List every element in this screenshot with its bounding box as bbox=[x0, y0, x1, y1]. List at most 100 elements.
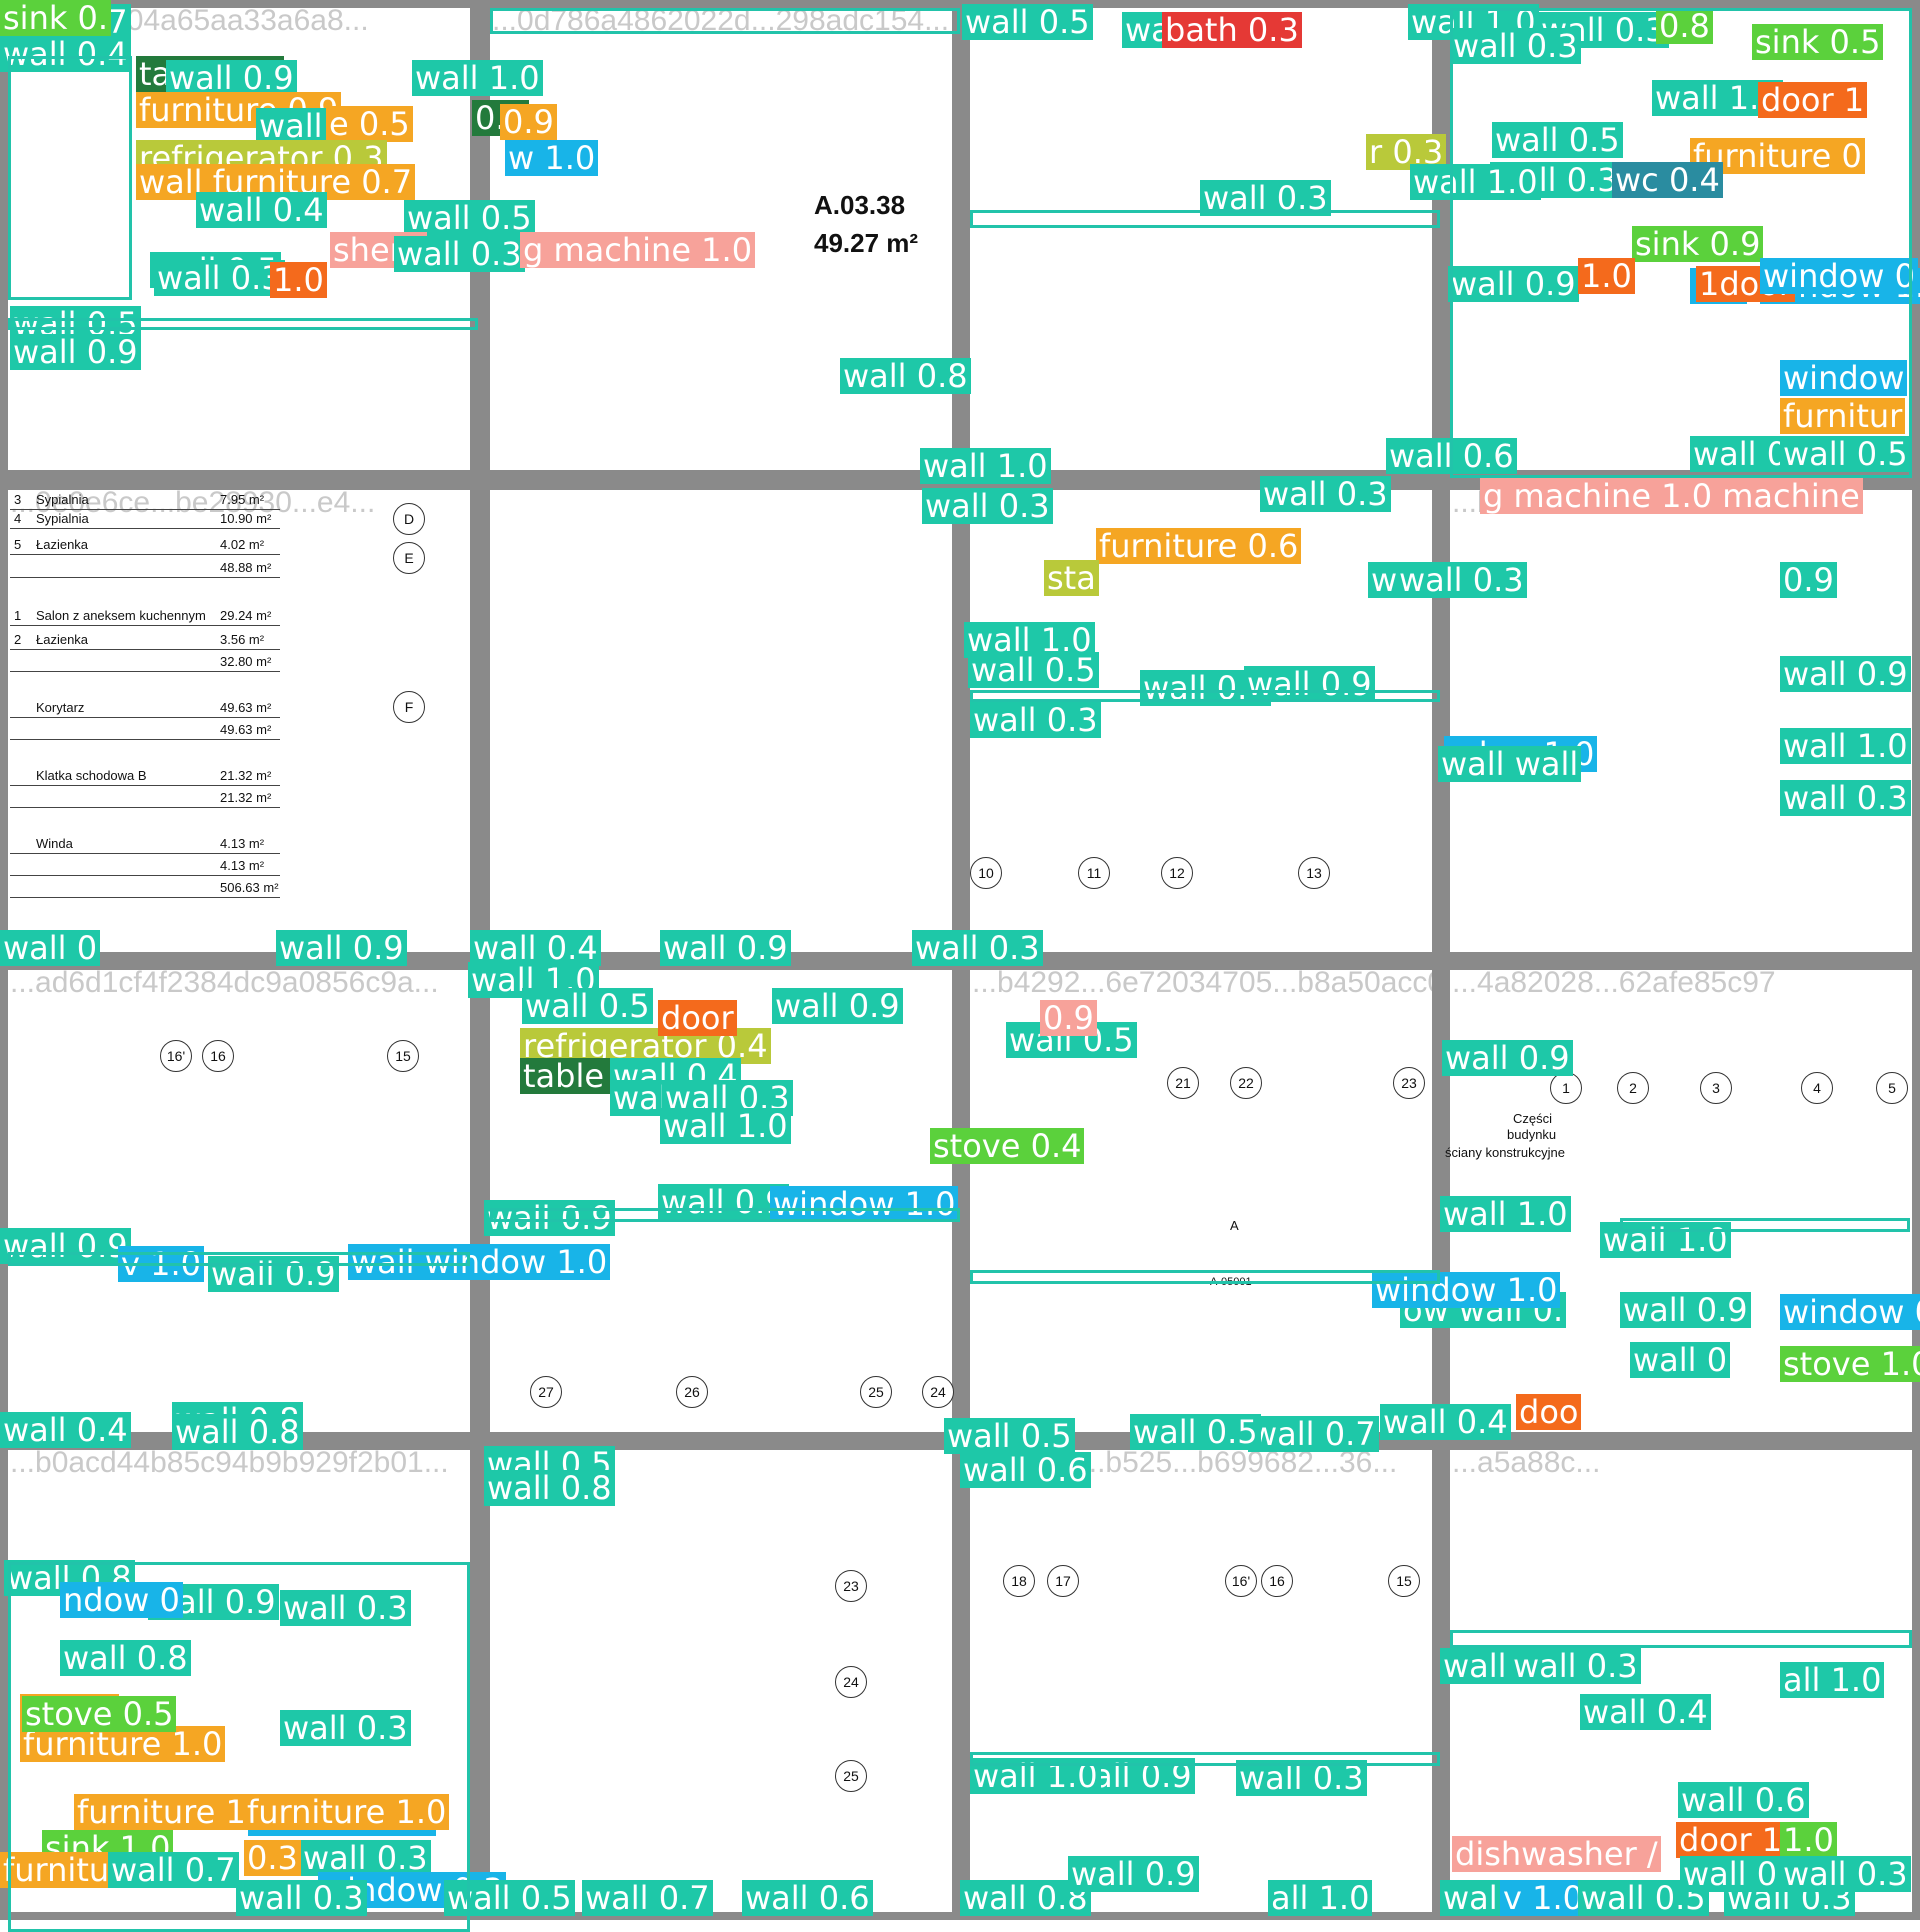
schedule-row-rule bbox=[10, 785, 280, 786]
detection-label: wall 0 bbox=[1630, 1342, 1731, 1378]
grid-axis-bubble: 24 bbox=[922, 1376, 954, 1408]
detection-box bbox=[490, 1208, 960, 1222]
grid-axis-bubble: 2 bbox=[1617, 1072, 1649, 1104]
schedule-row-area: 10.90 m² bbox=[220, 511, 272, 526]
schedule-row-rule bbox=[10, 577, 280, 578]
detection-label: window 0.9 bbox=[1780, 1294, 1920, 1330]
grid-axis-bubble: 25 bbox=[860, 1376, 892, 1408]
detection-label: all 1.0 bbox=[1268, 1880, 1373, 1916]
detection-box bbox=[970, 1752, 1440, 1766]
detection-label: stove 1.0 bbox=[1780, 1346, 1920, 1382]
section-marker-letter: A bbox=[1230, 1218, 1239, 1233]
grid-axis-bubble: 11 bbox=[1078, 857, 1110, 889]
detection-label: wall 0.9 bbox=[1068, 1856, 1199, 1892]
detection-label: wall 1.0 bbox=[1440, 1196, 1571, 1232]
schedule-row-name: Sypialnia bbox=[36, 511, 89, 526]
room-area: 49.27 m² bbox=[814, 228, 919, 258]
tile-id-label: ...4a82028...62afe85c97 bbox=[1452, 970, 1776, 999]
detection-label: wall 0.9 bbox=[1780, 656, 1911, 692]
schedule-row-area: 506.63 m² bbox=[220, 880, 279, 895]
schedule-row-name: Łazienka bbox=[36, 537, 89, 552]
schedule-row-name: Korytarz bbox=[36, 700, 85, 715]
detection-label: wall 0.3 bbox=[1396, 562, 1527, 598]
detection-label: wall 0.3 bbox=[1780, 780, 1911, 816]
grid-axis-bubble: 4 bbox=[1801, 1072, 1833, 1104]
schedule-row-area: 49.63 m² bbox=[220, 700, 272, 715]
schedule-row-area: 49.63 m² bbox=[220, 722, 272, 737]
detection-box bbox=[1450, 1630, 1912, 1648]
schedule-row-rule bbox=[10, 739, 280, 740]
detection-label: wall 0.4 bbox=[1580, 1694, 1711, 1730]
schedule-row-number: 5 bbox=[14, 537, 22, 552]
detection-label: wall 0 bbox=[0, 930, 101, 966]
grid-axis-bubble: 3 bbox=[1700, 1072, 1732, 1104]
detection-label: wall 0.3 bbox=[1510, 1648, 1641, 1684]
detection-box bbox=[8, 318, 478, 330]
detection-label: door bbox=[658, 1000, 737, 1036]
detection-label: v 1.0 bbox=[1500, 1880, 1586, 1916]
detection-label: g machine 1.0 machine bbox=[1480, 478, 1863, 514]
detection-label: 0.9 bbox=[1040, 1000, 1097, 1036]
detection-label: wall 0.9 bbox=[10, 334, 141, 370]
detection-label: wall 0.5 bbox=[968, 652, 1099, 688]
schedule-row-area: 29.24 m² bbox=[220, 608, 272, 623]
detection-label: 1.0 bbox=[1780, 1822, 1837, 1858]
detection-label: wall 0.6 bbox=[960, 1452, 1091, 1488]
detection-label: wall 1.0 bbox=[920, 448, 1051, 484]
dim-label-sciany: ściany konstrukcyjne bbox=[1445, 1145, 1565, 1160]
detection-label: wall 0.8 bbox=[840, 358, 971, 394]
tile-id-label: ...b0acd44b85c94b9b929f2b01... bbox=[10, 1450, 449, 1479]
schedule-row-rule bbox=[10, 509, 280, 510]
detection-label: wall 0.6 bbox=[1678, 1782, 1809, 1818]
schedule-row-number: 4 bbox=[14, 511, 22, 526]
detection-label: wall 0.3 bbox=[1260, 476, 1391, 512]
detection-label: wall 0.4 bbox=[1380, 1404, 1511, 1440]
detection-label: wall 0.5 bbox=[944, 1418, 1075, 1454]
grid-axis-bubble: D bbox=[393, 503, 425, 535]
grid-axis-bubble: 15 bbox=[1388, 1565, 1420, 1597]
detection-label: wall 1.0 bbox=[1780, 728, 1911, 764]
schedule-row-rule bbox=[10, 625, 280, 626]
grid-axis-bubble: 13 bbox=[1298, 857, 1330, 889]
schedule-row-area: 4.13 m² bbox=[220, 836, 265, 851]
schedule-row-number: 2 bbox=[14, 632, 22, 647]
detection-label: 0.9 bbox=[500, 104, 557, 140]
schedule-row-name: Sypialnia bbox=[36, 492, 89, 507]
detection-label: wall 0.3 bbox=[912, 930, 1043, 966]
schedule-row-area: 4.02 m² bbox=[220, 537, 265, 552]
schedule-row-name: Salon z aneksem kuchennym bbox=[36, 608, 206, 623]
detection-label: wall 0.3 bbox=[970, 702, 1101, 738]
detection-label: wall wall bbox=[1438, 746, 1582, 782]
tile-id-label: ...ad6d1cf4f2384dc9a0856c9a... bbox=[10, 970, 439, 999]
schedule-row-area: 32.80 m² bbox=[220, 654, 272, 669]
schedule-row-name: Klatka schodowa B bbox=[36, 768, 147, 783]
schedule-row-area: 48.88 m² bbox=[220, 560, 272, 575]
detection-label: wall 0.3 bbox=[394, 236, 525, 272]
detection-label: wall 0.6 bbox=[742, 1880, 873, 1916]
grid-axis-bubble: 18 bbox=[1003, 1565, 1035, 1597]
detection-label: wall 0.7 bbox=[1248, 1416, 1379, 1452]
schedule-row-name: Winda bbox=[36, 836, 73, 851]
detection-label: wall 0.5 bbox=[962, 4, 1093, 40]
detection-label: doo bbox=[1516, 1394, 1582, 1430]
room-code: A.03.38 bbox=[814, 190, 906, 220]
detection-label: wall 0.9 bbox=[276, 930, 407, 966]
grid-axis-bubble: 16' bbox=[160, 1040, 192, 1072]
detection-label: stove 0.4 bbox=[930, 1128, 1085, 1164]
grid-axis-bubble: 25 bbox=[835, 1760, 867, 1792]
schedule-row-area: 3.56 m² bbox=[220, 632, 265, 647]
grid-axis-bubble: 17 bbox=[1047, 1565, 1079, 1597]
detection-label: wall 0.9 bbox=[660, 930, 791, 966]
detection-box bbox=[970, 1270, 1440, 1284]
plan-tile: ...b99...8a0aa...2a6...00a6b0... bbox=[1450, 490, 1912, 952]
grid-axis-bubble: 16' bbox=[1225, 1565, 1257, 1597]
schedule-row-rule bbox=[10, 875, 280, 876]
grid-axis-bubble: 10 bbox=[970, 857, 1002, 889]
detection-label: wall 0.5 bbox=[1130, 1414, 1261, 1450]
dim-label-czesci: Części bbox=[1513, 1111, 1553, 1126]
detection-label: wall 0.8 bbox=[484, 1470, 615, 1506]
grid-axis-bubble: 16 bbox=[202, 1040, 234, 1072]
plan-tile bbox=[970, 8, 1432, 470]
detection-label: all 1.0 bbox=[1780, 1662, 1885, 1698]
plan-tile bbox=[490, 490, 952, 952]
